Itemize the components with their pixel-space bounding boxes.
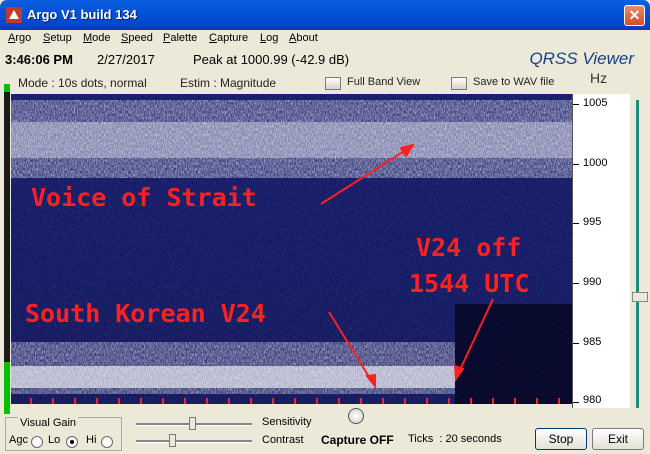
freq-label-985: 985: [583, 336, 602, 348]
freq-label-980: 980: [583, 394, 602, 406]
lo-label: Lo: [48, 434, 61, 446]
menu-about[interactable]: About: [289, 32, 318, 44]
menu-setup[interactable]: Setup: [43, 32, 72, 44]
status-row: 3:46:06 PM 2/27/2017 Peak at 1000.99 (-4…: [0, 48, 650, 70]
save-wav-checkbox[interactable]: [451, 77, 467, 90]
voice-of-strait-annotation: Voice of Strait: [31, 183, 257, 212]
close-icon: ✕: [628, 7, 641, 23]
agc-label: Agc: [9, 434, 28, 446]
sensitivity-slider-thumb[interactable]: [189, 417, 196, 430]
brand-title: QRSS Viewer: [529, 49, 634, 68]
freq-label-1005: 1005: [583, 97, 608, 109]
tick-mark: [573, 343, 579, 344]
tick-mark: [573, 283, 579, 284]
full-band-label: Full Band View: [347, 76, 421, 88]
stop-label: Stop: [548, 432, 574, 446]
mode-label: Mode : 10s dots, normal: [18, 76, 147, 90]
spectrogram-canvas: Voice of Strait V24 off 1544 UTC South K…: [11, 94, 572, 404]
menu-mode[interactable]: Mode: [83, 32, 111, 44]
contrast-slider-thumb[interactable]: [169, 434, 176, 447]
level-meter-top: [4, 84, 10, 92]
south-korean-v24-annotation: South Korean V24: [25, 299, 266, 328]
sensitivity-label: Sensitivity: [262, 416, 312, 428]
tick-mark: [573, 164, 579, 165]
close-button[interactable]: ✕: [624, 5, 645, 26]
full-band-checkbox[interactable]: [325, 77, 341, 90]
menu-argo[interactable]: Argo: [8, 32, 31, 44]
frequency-scale: 1005 1000 995 990 985 980: [572, 94, 630, 408]
freq-label-995: 995: [583, 216, 602, 228]
contrast-slider-track[interactable]: [136, 440, 252, 443]
lo-radio[interactable]: [66, 436, 78, 448]
window-title: Argo V1 build 134: [27, 7, 137, 22]
hi-radio[interactable]: [101, 436, 113, 448]
hi-label: Hi: [86, 434, 97, 446]
bottom-controls: Visual Gain Agc Lo Hi Sensitivity Contra…: [0, 408, 650, 454]
stop-button[interactable]: Stop: [535, 428, 587, 450]
v24-off-annotation: V24 off: [416, 233, 521, 262]
date-readout: 2/27/2017: [97, 52, 155, 67]
hz-unit-label: Hz: [590, 70, 608, 86]
signal-level-meter: [4, 84, 10, 414]
agc-radio[interactable]: [31, 436, 43, 448]
spectrogram-display[interactable]: Voice of Strait V24 off 1544 UTC South K…: [11, 94, 572, 404]
menu-capture[interactable]: Capture: [209, 32, 248, 44]
contrast-label: Contrast: [262, 434, 304, 446]
visual-gain-label: Visual Gain: [18, 417, 79, 429]
v24-off-time-annotation: 1544 UTC: [409, 269, 529, 298]
tick-mark: [573, 104, 579, 105]
level-meter-bottom: [4, 362, 10, 414]
argo-app-icon: [6, 7, 22, 23]
save-wav-label: Save to WAV file: [473, 76, 555, 88]
estim-label: Estim : Magnitude: [180, 76, 277, 90]
ticks-readout: Ticks : 20 seconds: [408, 433, 502, 445]
tick-mark: [573, 402, 579, 403]
capture-indicator-icon: [348, 408, 364, 424]
exit-button[interactable]: Exit: [592, 428, 644, 450]
visual-gain-group: Visual Gain Agc Lo Hi: [5, 417, 122, 451]
menu-palette[interactable]: Palette: [163, 32, 197, 44]
peak-readout: Peak at 1000.99 (-42.9 dB): [193, 52, 350, 67]
title-bar: Argo V1 build 134 ✕: [0, 0, 650, 30]
exit-label: Exit: [607, 432, 628, 446]
freq-label-1000: 1000: [583, 157, 608, 169]
tick-mark: [573, 223, 579, 224]
capture-status: Capture OFF: [321, 433, 394, 447]
menu-log[interactable]: Log: [260, 32, 278, 44]
time-readout: 3:46:06 PM: [5, 52, 73, 67]
menu-speed[interactable]: Speed: [121, 32, 153, 44]
vertical-scroll-track[interactable]: [636, 100, 639, 408]
mode-row: Mode : 10s dots, normal Estim : Magnitud…: [0, 70, 650, 94]
vertical-scroll-thumb[interactable]: [632, 292, 648, 302]
menu-bar: Argo Setup Mode Speed Palette Capture Lo…: [2, 30, 648, 48]
freq-label-990: 990: [583, 276, 602, 288]
